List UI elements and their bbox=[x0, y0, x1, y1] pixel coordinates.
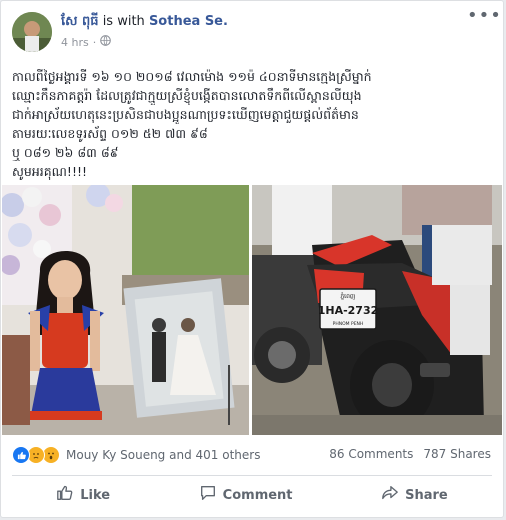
comment-label: Comment bbox=[222, 487, 293, 503]
globe-icon[interactable] bbox=[100, 35, 112, 49]
comment-icon bbox=[199, 484, 217, 506]
engagement-counts: 86 Comments 787 Shares bbox=[329, 447, 491, 461]
post-text-line: សូមអរគុណ!!!! bbox=[12, 164, 87, 179]
comments-count[interactable]: 86 Comments bbox=[329, 447, 413, 461]
like-icon bbox=[12, 446, 30, 464]
reaction-summary[interactable]: Mouy Ky Soueng and 401 others bbox=[12, 445, 260, 465]
photo-girl[interactable] bbox=[2, 185, 249, 435]
photo-motorbike[interactable]: ភ្នំពេញ 1HA-2732 PHNOM PENH bbox=[252, 185, 502, 435]
share-button[interactable]: Share bbox=[371, 480, 458, 510]
action-divider bbox=[12, 475, 492, 476]
post-text-line: ជាក់អាស្រ័យហេតុនេះប្រសិនជាបងប្អូនណាប្រទះ… bbox=[12, 107, 359, 122]
comment-button[interactable]: Comment bbox=[189, 480, 303, 510]
thumbs-up-icon bbox=[56, 484, 74, 506]
like-button[interactable]: Like bbox=[46, 480, 120, 510]
plate-number: 1HA-2732 bbox=[318, 304, 379, 317]
post-text-line: ឬ ០៨១ ២៦ ៨៣ ៨៩ bbox=[12, 145, 119, 160]
dot-separator: · bbox=[92, 35, 97, 49]
with-text: is with bbox=[102, 14, 145, 29]
plate-province: ភ្នំពេញ bbox=[340, 292, 356, 300]
author-name[interactable]: សែ ពុធី bbox=[61, 14, 99, 29]
like-label: Like bbox=[80, 487, 111, 503]
author-avatar[interactable] bbox=[12, 12, 52, 52]
post-time[interactable]: 4 hrs bbox=[61, 36, 89, 49]
share-label: Share bbox=[405, 487, 448, 503]
author-line: សែ ពុធី is with Sothea Se. bbox=[61, 13, 228, 32]
action-bar: Like Comment Share bbox=[12, 479, 492, 511]
post-text-line: តាមរយៈលេខទូរស័ព្ទ ០១២ ៥២ ៧៣ ៩៨ bbox=[12, 126, 208, 141]
post-meta: 4 hrs · bbox=[61, 35, 112, 49]
plate-city: PHNOM PENH bbox=[333, 321, 364, 327]
share-icon bbox=[381, 484, 399, 506]
post-text-line: ឈ្មោះកឹនភាគត្តរ៉ា ដែលត្រូវជាក្មួយស្រីខ្ញ… bbox=[12, 88, 362, 103]
tagged-name[interactable]: Sothea Se. bbox=[149, 14, 228, 29]
reaction-summary-text[interactable]: Mouy Ky Soueng and 401 others bbox=[66, 448, 260, 462]
post-card: សែ ពុធី is with Sothea Se. 4 hrs · ••• ក… bbox=[0, 0, 504, 518]
post-text-line: កាលពីថ្ងៃអង្គារទី ១៦ ១០ ២០១៨ វេលាម៉ោង ១១… bbox=[12, 69, 372, 84]
post-text: កាលពីថ្ងៃអង្គារទី ១៦ ១០ ២០១៨ វេលាម៉ោង ១១… bbox=[12, 67, 494, 181]
shares-count[interactable]: 787 Shares bbox=[423, 447, 491, 461]
more-options-icon[interactable]: ••• bbox=[467, 7, 501, 29]
